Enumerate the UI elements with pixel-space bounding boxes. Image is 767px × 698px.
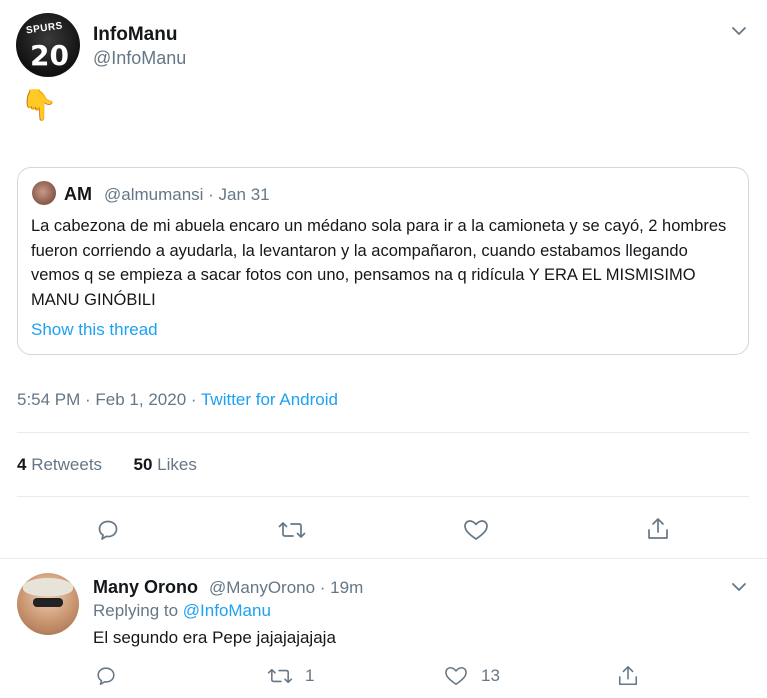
divider: [17, 432, 749, 433]
tweet-menu-button[interactable]: [731, 23, 747, 44]
share-button[interactable]: [643, 513, 673, 545]
chevron-down-icon: [732, 583, 746, 591]
like-button[interactable]: [461, 515, 491, 545]
avatar-team-text: SPURS: [25, 20, 64, 37]
retweets-stat[interactable]: 4 Retweets: [17, 455, 102, 474]
heart-icon: [464, 520, 488, 540]
reply-icon: [97, 667, 115, 686]
tweet-source-link[interactable]: Twitter for Android: [201, 390, 338, 409]
share-icon: [618, 666, 638, 686]
retweet-icon: [278, 522, 306, 538]
likes-stat[interactable]: 50 Likes: [134, 455, 197, 474]
quoted-author-avatar: [32, 181, 56, 205]
reply-author-name[interactable]: Many Orono: [93, 577, 198, 598]
avatar-hat: [23, 578, 73, 596]
retweet-icon: [267, 668, 293, 684]
avatar-jersey-number: 20: [30, 39, 69, 72]
reply-retweet-button[interactable]: [265, 664, 295, 688]
replying-to: Replying to @InfoManu: [93, 601, 271, 620]
quoted-author-name: AM: [64, 184, 92, 204]
heart-icon: [445, 666, 467, 686]
reply-reply-button[interactable]: [93, 663, 119, 689]
reply-like-button[interactable]: [442, 664, 470, 688]
quoted-author-handle: @almumansi · Jan 31: [104, 185, 270, 204]
author-avatar[interactable]: SPURS 20: [16, 13, 80, 77]
share-icon: [648, 518, 668, 539]
reply-author-avatar[interactable]: [17, 573, 79, 635]
quoted-tweet-text: La cabezona de mi abuela encaro un médan…: [31, 217, 727, 309]
reply-author-handle[interactable]: @ManyOrono · 19m: [209, 578, 363, 598]
reply-share-button[interactable]: [615, 662, 641, 690]
author-handle[interactable]: @InfoManu: [93, 48, 186, 69]
divider: [17, 496, 749, 497]
show-thread-link[interactable]: Show this thread: [31, 320, 158, 340]
reply-like-count: 13: [481, 666, 500, 685]
reply-button[interactable]: [93, 515, 123, 545]
author-name[interactable]: InfoManu: [93, 24, 177, 46]
avatar-sunglasses: [33, 598, 63, 607]
retweet-button[interactable]: [276, 515, 308, 545]
replying-to-handle-link[interactable]: @InfoManu: [183, 601, 271, 620]
reply-retweet-count: 1: [305, 666, 315, 685]
reply-icon: [98, 520, 118, 540]
tweet-timestamp[interactable]: 5:54 PM · Feb 1, 2020 ·: [17, 390, 201, 409]
reply-menu-button[interactable]: [731, 579, 747, 600]
tweet-stats: 4 Retweets 50 Likes: [17, 455, 197, 475]
tweet-metadata: 5:54 PM · Feb 1, 2020 · Twitter for Andr…: [17, 390, 338, 410]
reply-text: El segundo era Pepe jajajajajaja: [93, 628, 336, 647]
tweet-body-emoji: 👇: [20, 89, 58, 122]
chevron-down-icon: [732, 27, 746, 35]
divider: [0, 558, 767, 559]
